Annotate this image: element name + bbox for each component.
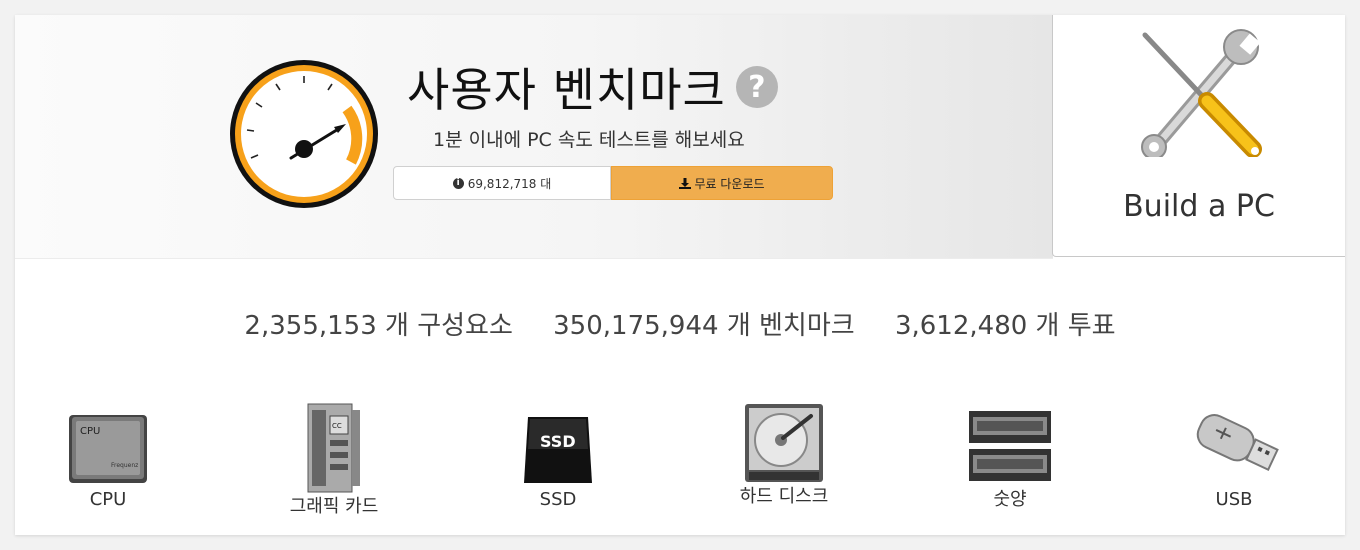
info-icon: i	[452, 177, 464, 189]
build-a-pc-label: Build a PC	[1123, 189, 1275, 224]
category-label: 그래픽 카드	[289, 496, 379, 517]
tools-icon	[1141, 29, 1262, 157]
cpu-icon: CPU Frequenz	[69, 415, 147, 483]
svg-text:CC: CC	[332, 422, 342, 430]
downloads-count: 69,812,718 대	[467, 176, 552, 191]
download-button-group: i 69,812,718 대 무료 다운로드	[393, 166, 833, 200]
svg-text:SSD: SSD	[540, 432, 576, 451]
category-label: SSD	[539, 489, 577, 510]
page-subtitle: 1분 이내에 PC 속도 테스트를 해보세요	[433, 129, 745, 151]
svg-text:CPU: CPU	[80, 426, 100, 437]
category-label: CPU	[89, 489, 127, 510]
category-label: 숫양	[993, 489, 1027, 510]
category-graphics-card[interactable]: CC 그래픽 카드	[264, 400, 404, 518]
category-cpu[interactable]: CPU Frequenz CPU	[38, 403, 178, 511]
ssd-icon: SSD	[524, 417, 592, 483]
category-hard-disk[interactable]: 하드 디스크	[714, 400, 854, 508]
category-label: USB	[1215, 489, 1253, 510]
category-usb[interactable]: USB	[1164, 403, 1304, 511]
main-card: 사용자 벤치마크 ? 1분 이내에 PC 속도 테스트를 해보세요 i 69,8…	[15, 15, 1345, 535]
free-download-button[interactable]: 무료 다운로드	[611, 166, 833, 200]
download-label: 무료 다운로드	[694, 176, 765, 191]
graphics-card-icon: CC	[307, 403, 360, 493]
help-icon[interactable]: ?	[735, 66, 778, 108]
page-title: 사용자 벤치마크	[407, 63, 726, 117]
title-row: 사용자 벤치마크 ?	[407, 55, 778, 119]
benchmarks-count: 350,175,944 개 벤치마크	[553, 311, 855, 341]
build-a-pc-link[interactable]: Build a PC	[1052, 15, 1345, 257]
speedometer-icon	[230, 60, 378, 208]
hard-disk-icon	[745, 404, 823, 482]
category-ssd[interactable]: SSD SSD	[488, 403, 628, 511]
hero-banner: 사용자 벤치마크 ? 1분 이내에 PC 속도 테스트를 해보세요 i 69,8…	[15, 15, 1053, 259]
svg-text:Frequenz: Frequenz	[111, 462, 138, 469]
category-label: 하드 디스크	[739, 486, 829, 507]
category-ram[interactable]: 숫양	[940, 403, 1080, 511]
ram-icon	[969, 411, 1051, 481]
download-icon	[679, 177, 692, 189]
downloads-count-button[interactable]: i 69,812,718 대	[393, 166, 611, 200]
components-count: 2,355,153 개 구성요소	[244, 311, 513, 341]
usb-icon	[1196, 414, 1279, 472]
votes-count: 3,612,480 개 투표	[894, 311, 1116, 341]
site-stats: 2,355,153 개 구성요소 350,175,944 개 벤치마크 3,61…	[15, 305, 1345, 342]
